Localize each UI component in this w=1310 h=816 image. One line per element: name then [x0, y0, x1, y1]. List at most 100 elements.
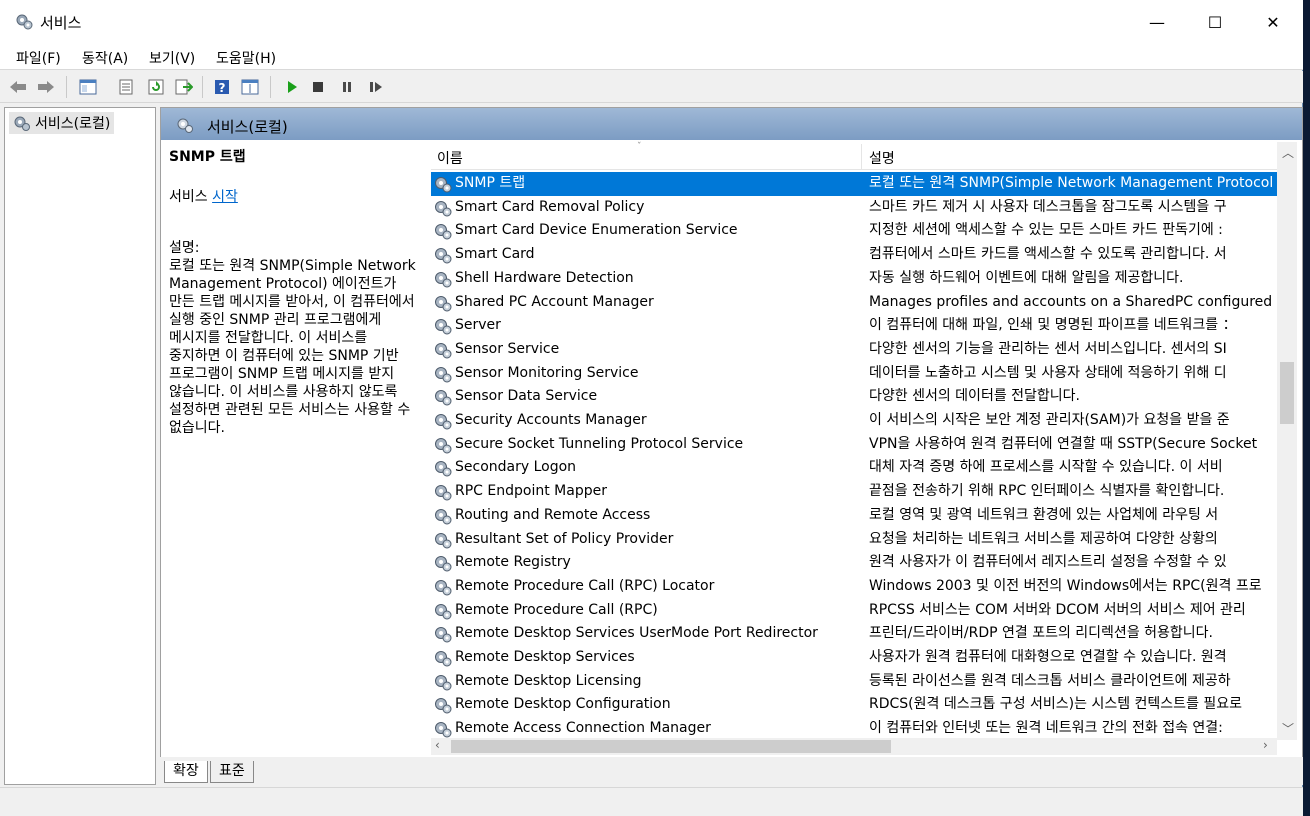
- properties-icon[interactable]: [116, 77, 136, 97]
- service-name: Remote Desktop Licensing: [455, 672, 642, 689]
- scroll-right-icon[interactable]: ›: [1263, 738, 1268, 752]
- service-gear-icon: [435, 366, 452, 383]
- service-gear-icon: [435, 603, 452, 620]
- service-description: 데이터를 노출하고 시스템 및 사용자 상태에 적응하기 위해 디: [869, 364, 1227, 381]
- start-service-link[interactable]: 시작: [212, 189, 238, 205]
- table-row[interactable]: Resultant Set of Policy Provider 요청을 처리하는…: [431, 528, 1282, 552]
- extended-view-icon[interactable]: [240, 77, 260, 97]
- column-header-description[interactable]: 설명: [869, 148, 895, 168]
- resume-service-icon[interactable]: [366, 77, 386, 97]
- service-description: 로컬 영역 및 광역 네트워크 환경에 있는 사업체에 라우팅 서: [869, 506, 1219, 523]
- svg-text:?: ?: [219, 81, 226, 95]
- service-gear-icon: [435, 579, 452, 596]
- horizontal-scroll-thumb[interactable]: [451, 740, 891, 753]
- service-name: Security Accounts Manager: [455, 412, 647, 428]
- back-icon[interactable]: [8, 77, 28, 97]
- table-row[interactable]: Secondary Logon 대체 자격 증명 하에 프로세스를 시작할 수 있…: [431, 456, 1282, 480]
- sort-indicator-icon: ˇ: [637, 142, 642, 152]
- table-row[interactable]: Remote Desktop Licensing 등록된 라이선스를 원격 데스크…: [431, 670, 1282, 694]
- horizontal-scrollbar[interactable]: ‹ ›: [431, 738, 1277, 755]
- service-gear-icon: [435, 485, 452, 501]
- table-row[interactable]: Remote Access Connection Manager 이 컴퓨터와 인…: [431, 717, 1282, 740]
- help-icon[interactable]: ?: [212, 77, 232, 97]
- table-row[interactable]: Remote Desktop Services UserMode Port Re…: [431, 622, 1282, 646]
- service-name: Remote Access Connection Manager: [455, 720, 711, 737]
- close-icon: ✕: [1266, 12, 1280, 32]
- table-row[interactable]: Remote Procedure Call (RPC) RPCSS 서비스는 CO…: [431, 599, 1282, 623]
- service-description: RPCSS 서비스는 COM 서버와 DCOM 서버의 서비스 제어 관리: [869, 601, 1246, 618]
- table-row[interactable]: Smart Card 컴퓨터에서 스마트 카드를 액세스할 수 있도록 관리합니다…: [431, 243, 1282, 267]
- description-label: 설명:: [169, 240, 200, 256]
- service-description: 스마트 카드 제거 시 사용자 데스크톱을 잠그도록 시스템을 구: [869, 198, 1227, 215]
- refresh-icon[interactable]: [146, 77, 166, 97]
- menu-view[interactable]: 보기(V): [149, 48, 195, 68]
- tree-item-services-local[interactable]: 서비스(로컬): [9, 112, 115, 134]
- start-service-icon[interactable]: [282, 77, 302, 97]
- menu-help[interactable]: 도움말(H): [216, 48, 276, 68]
- service-name: Sensor Data Service: [455, 388, 598, 405]
- service-gear-icon: [435, 437, 452, 454]
- scroll-down-icon[interactable]: ﹀: [1282, 720, 1294, 737]
- services-window: 서비스 — ☐ ✕ 파일(F) 동작(A) 보기(V) 도움말(H) ? 서비스…: [0, 0, 1303, 816]
- table-row[interactable]: Secure Socket Tunneling Protocol Service…: [431, 433, 1282, 457]
- maximize-button[interactable]: ☐: [1186, 0, 1244, 44]
- title-bar: 서비스 — ☐ ✕: [0, 0, 1303, 44]
- service-detail-panel: SNMP 트랩 서비스 시작 설명: 로컬 또는 원격 SNMP(Simple …: [169, 148, 425, 748]
- service-description: RDCS(원격 데스크톱 구성 서비스)는 시스템 컨텍스트를 필요로: [869, 696, 1243, 713]
- stop-service-icon[interactable]: [308, 77, 328, 97]
- selected-service-title: SNMP 트랩: [169, 149, 246, 165]
- tab-standard[interactable]: 표준: [210, 761, 254, 783]
- service-description: 이 컴퓨터와 인터넷 또는 원격 네트워크 간의 전화 접속 연결:: [869, 720, 1223, 737]
- console-tree: 서비스(로컬): [4, 107, 156, 785]
- minimize-button[interactable]: —: [1128, 0, 1186, 44]
- service-description: 컴퓨터에서 스마트 카드를 액세스할 수 있도록 관리합니다. 서: [869, 246, 1227, 263]
- table-row[interactable]: Sensor Monitoring Service 데이터를 노출하고 시스템 및…: [431, 362, 1282, 386]
- table-row[interactable]: Routing and Remote Access 로컬 영역 및 광역 네트워크…: [431, 504, 1282, 528]
- service-gear-icon: [435, 390, 452, 406]
- table-row[interactable]: Remote Desktop Services 사용자가 원격 컴퓨터에 대화형으…: [431, 646, 1282, 670]
- export-list-icon[interactable]: [174, 77, 194, 97]
- toolbar-separator: [270, 76, 271, 98]
- toolbar-separator: [66, 76, 67, 98]
- service-name: Resultant Set of Policy Provider: [455, 530, 674, 547]
- column-header-name[interactable]: 이름: [437, 148, 463, 168]
- status-bar: [0, 787, 1303, 816]
- pane-header-title: 서비스(로컬): [207, 118, 288, 136]
- table-row[interactable]: Remote Registry 원격 사용자가 이 컴퓨터에서 레지스트리 설정을…: [431, 551, 1282, 575]
- table-row[interactable]: Security Accounts Manager 이 서비스의 시작은 보안 계…: [431, 409, 1282, 433]
- scroll-left-icon[interactable]: ‹: [435, 738, 440, 752]
- table-row[interactable]: Sensor Data Service 다양한 센서의 데이터를 전달합니다.: [431, 385, 1282, 409]
- service-name: Smart Card: [455, 246, 535, 263]
- show-hide-tree-icon[interactable]: [78, 77, 98, 97]
- column-divider[interactable]: [861, 144, 862, 170]
- menu-action[interactable]: 동작(A): [82, 48, 128, 68]
- menu-file[interactable]: 파일(F): [16, 48, 61, 68]
- vertical-scrollbar[interactable]: ︿ ﹀: [1277, 142, 1297, 740]
- scroll-up-icon[interactable]: ︿: [1282, 144, 1294, 161]
- menu-bar: 파일(F) 동작(A) 보기(V) 도움말(H): [0, 44, 1303, 70]
- table-row[interactable]: Server 이 컴퓨터에 대해 파일, 인쇄 및 명명된 파이프를 네트워크를 …: [431, 314, 1282, 338]
- service-gear-icon: [435, 342, 452, 359]
- tab-extended[interactable]: 확장: [164, 761, 208, 783]
- table-row[interactable]: SNMP 트랩 로컬 또는 원격 SNMP(Simple Network Mana…: [431, 172, 1282, 196]
- pause-service-icon[interactable]: [337, 77, 357, 97]
- table-row[interactable]: Remote Desktop Configuration RDCS(원격 데스크톱…: [431, 693, 1282, 717]
- service-description: 등록된 라이선스를 원격 데스크톱 서비스 클라이언트에 제공하: [869, 672, 1231, 689]
- minimize-icon: —: [1149, 12, 1165, 32]
- table-row[interactable]: Shell Hardware Detection 자동 실행 하드웨어 이벤트에 …: [431, 267, 1282, 291]
- table-row[interactable]: Shared PC Account Manager Manages profile…: [431, 291, 1282, 315]
- table-row[interactable]: Smart Card Removal Policy 스마트 카드 제거 시 사용자…: [431, 196, 1282, 220]
- service-name: Secondary Logon: [455, 459, 577, 476]
- service-description: 요청을 처리하는 네트워크 서비스를 제공하여 다양한 상황의: [869, 530, 1218, 547]
- table-row[interactable]: Smart Card Device Enumeration Service 지정한…: [431, 219, 1282, 243]
- forward-icon[interactable]: [36, 77, 56, 97]
- close-button[interactable]: ✕: [1244, 0, 1302, 44]
- service-gear-icon: [435, 674, 452, 691]
- vertical-scroll-thumb[interactable]: [1280, 362, 1294, 424]
- table-row[interactable]: Remote Procedure Call (RPC) Locator Windo…: [431, 575, 1282, 599]
- service-gear-icon: [435, 627, 452, 643]
- service-name: Shared PC Account Manager: [455, 293, 654, 310]
- service-gear-icon: [435, 224, 452, 240]
- table-row[interactable]: Sensor Service 다양한 센서의 기능을 관리하는 센서 서비스입니다…: [431, 338, 1282, 362]
- table-row[interactable]: RPC Endpoint Mapper 끝점을 전송하기 위해 RPC 인터페이스…: [431, 480, 1282, 504]
